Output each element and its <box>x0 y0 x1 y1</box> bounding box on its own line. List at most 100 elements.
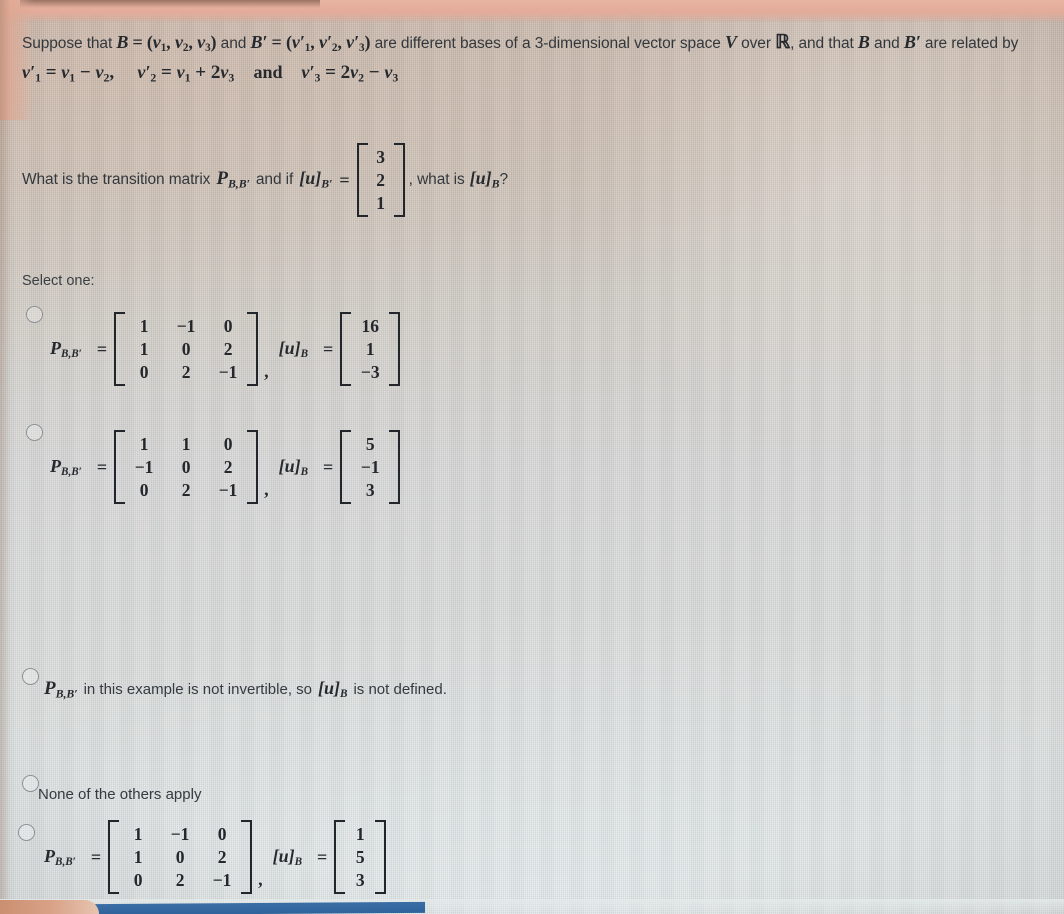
matrix-cell: 1 <box>181 434 191 454</box>
option-b[interactable]: PB,B′ = 1 1 0 −1 0 2 0 2 −1 , [u]B = 5 −… <box>50 430 401 505</box>
radio-option-d[interactable] <box>22 775 39 792</box>
option-e-vector-label: [u]B <box>272 846 303 869</box>
stem-text-a: Suppose that <box>22 35 113 52</box>
equals-sign-2: = <box>271 32 282 52</box>
prompt-text-c: , what is <box>408 170 465 188</box>
matrix-row: 1 1 0 <box>127 433 245 456</box>
option-a-matrix-label: PB,B′ <box>50 338 82 361</box>
matrix-cell: −1 <box>134 456 154 477</box>
matrix-row: 1 −1 0 <box>127 315 245 338</box>
radio-option-e[interactable] <box>18 824 35 841</box>
stem-text-f: and <box>874 35 900 52</box>
radio-option-b[interactable] <box>26 424 43 441</box>
matrix-cell: −1 <box>218 479 238 500</box>
matrix-cell: 1 <box>133 824 143 844</box>
matrix-cell: 2 <box>223 338 233 359</box>
taskbar-bar[interactable] <box>95 901 425 914</box>
matrix-cell: 2 <box>181 479 191 500</box>
basis-B-prime-tuple: (v′1, v′2, v′3) <box>285 32 371 55</box>
basis-relations: v′1 = v1 − v2, v′2 = v1 + 2v3 and v′3 = … <box>22 62 398 85</box>
stem-text-c: are different bases of a 3-dimensional v… <box>374 35 721 52</box>
matrix-cell: −1 <box>212 869 232 890</box>
matrix-cell: −1 <box>170 824 190 844</box>
equals-sign-3: = <box>339 169 350 190</box>
matrix-row: 0 2 −1 <box>121 869 239 892</box>
matrix-cell: 0 <box>133 869 143 890</box>
coordinate-vector-B-symbol: [u]B <box>469 168 500 191</box>
matrix-row: 0 2 −1 <box>127 361 245 384</box>
screen-photo: Suppose that B = (v1, v2, v3) and B′ = (… <box>0 0 1064 914</box>
vector-entry: 3 <box>355 869 365 890</box>
stem-text-e: , and that <box>790 35 854 52</box>
option-e[interactable]: PB,B′ = 1 −1 0 1 0 2 0 2 −1 , [u]B = 1 5… <box>44 820 387 895</box>
prompt-text-d: ? <box>499 170 509 188</box>
hand-edge <box>0 900 99 914</box>
relation-1: v′1 = v1 − v2, <box>22 62 119 85</box>
transition-matrix-symbol: PB,B′ <box>216 168 250 191</box>
vector-entry: 5 <box>355 846 365 867</box>
option-e-equals-2: = <box>317 846 328 867</box>
option-b-equals: = <box>96 456 108 477</box>
option-c[interactable]: PB,B′ in this example is not invertible,… <box>44 678 447 701</box>
option-e-vector: 1 5 3 <box>334 820 387 895</box>
option-b-vector: 5 −1 3 <box>340 430 401 505</box>
option-a-vector: 16 1 −3 <box>340 312 401 387</box>
option-b-matrix: 1 1 0 −1 0 2 0 2 −1 <box>114 430 259 505</box>
matrix-row: 1 0 2 <box>121 846 239 869</box>
question-stem-line1: Suppose that B = (v1, v2, v3) and B′ = (… <box>22 30 1018 56</box>
matrix-cell: −1 <box>218 361 238 382</box>
matrix-cell: −1 <box>176 316 196 336</box>
vector-entry: 3 <box>376 147 386 167</box>
matrix-cell: 0 <box>139 361 149 382</box>
symbol-V: V <box>725 32 737 52</box>
vector-entry: −3 <box>360 361 380 382</box>
symbol-B: B <box>116 32 129 52</box>
matrix-cell: 0 <box>217 824 227 844</box>
option-a-equals-2: = <box>323 338 334 359</box>
prompt-text-a: What is the transition matrix <box>22 170 211 188</box>
radio-option-c[interactable] <box>22 668 39 685</box>
option-c-coordinate-symbol: [u]B <box>318 678 348 701</box>
vector-entry: 2 <box>376 169 386 190</box>
option-c-text-a: in this example is not invertible, so <box>83 681 313 698</box>
matrix-cell: 0 <box>181 338 191 359</box>
option-e-equals: = <box>90 846 102 867</box>
matrix-cell: 1 <box>133 846 143 867</box>
vector-entry: 1 <box>365 338 375 359</box>
option-b-equals-2: = <box>323 456 334 477</box>
vector-entry: 3 <box>365 479 375 500</box>
matrix-cell: 0 <box>139 479 149 500</box>
vector-entry: 5 <box>365 434 375 454</box>
matrix-row: 1 0 2 <box>127 338 245 361</box>
equals-sign-1: = <box>132 32 143 52</box>
option-e-matrix: 1 −1 0 1 0 2 0 2 −1 <box>108 820 253 895</box>
option-d[interactable]: None of the others apply <box>38 786 201 803</box>
option-b-separator: , <box>264 479 269 500</box>
option-c-text-b: is not defined. <box>353 681 447 698</box>
vector-entry: −1 <box>360 456 380 477</box>
coordinate-vector-Bprime-symbol: [u]B′ <box>299 168 333 191</box>
vector-entry: 16 <box>361 316 380 336</box>
option-a-equals: = <box>96 338 108 359</box>
symbol-reals: ℝ <box>775 32 791 53</box>
stem-text-d: over <box>741 35 771 52</box>
option-e-separator: , <box>258 869 263 890</box>
option-b-matrix-label: PB,B′ <box>50 456 82 479</box>
vector-entry: 1 <box>355 824 365 844</box>
option-a[interactable]: PB,B′ = 1 −1 0 1 0 2 0 2 −1 , [u]B = 16 … <box>50 312 401 387</box>
vector-entry: 1 <box>376 192 386 213</box>
matrix-cell: 1 <box>139 338 149 359</box>
matrix-cell: 0 <box>223 434 233 454</box>
option-a-vector-label: [u]B <box>278 338 309 361</box>
radio-option-a[interactable] <box>26 306 43 323</box>
matrix-cell: 0 <box>181 456 191 477</box>
matrix-cell: 2 <box>175 869 185 890</box>
option-e-matrix-label: PB,B′ <box>44 846 76 869</box>
option-b-vector-label: [u]B <box>278 456 309 479</box>
matrix-cell: 0 <box>175 846 185 867</box>
prompt-text-b: and if <box>255 170 294 188</box>
select-one-label: Select one: <box>22 273 95 289</box>
given-coordinate-vector: 3 2 1 <box>356 143 405 218</box>
matrix-cell: 0 <box>223 316 233 336</box>
relation-2: v′2 = v1 + 2v3 <box>137 62 235 85</box>
